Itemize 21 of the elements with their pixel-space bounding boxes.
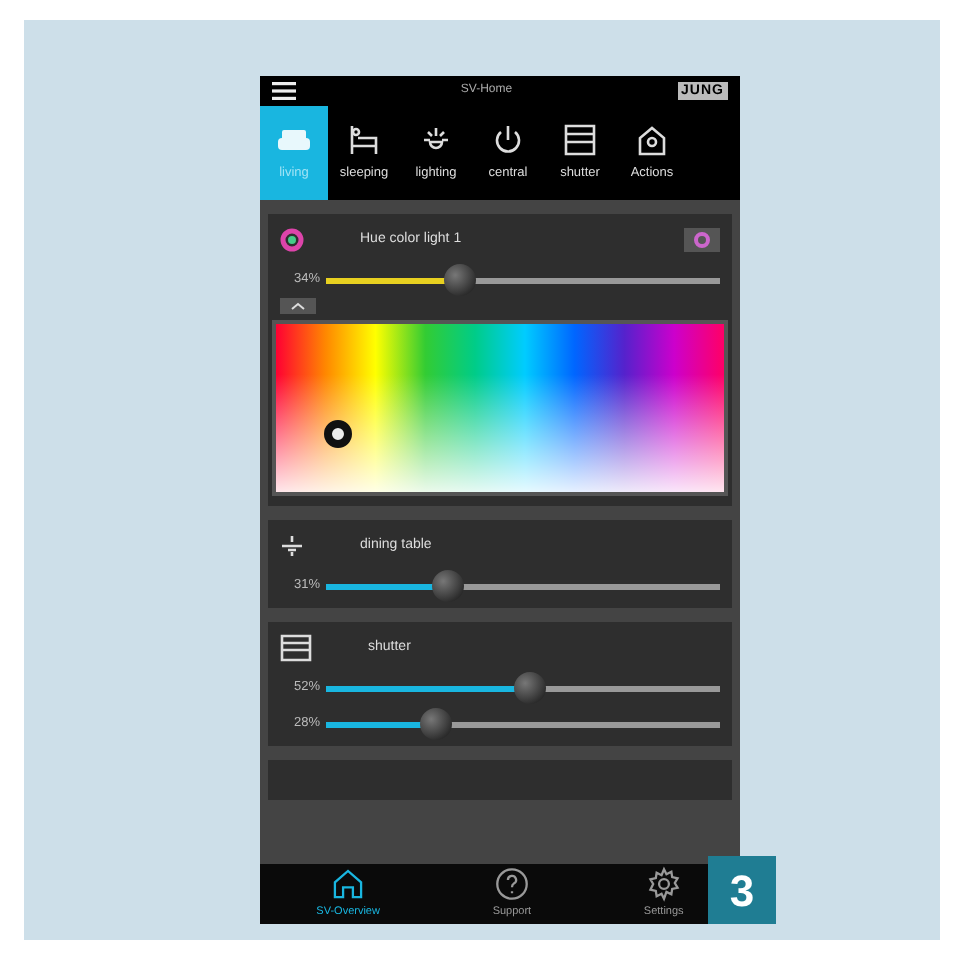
step-number: 3 — [708, 856, 776, 924]
bed-icon — [346, 122, 382, 159]
slider-thumb[interactable] — [432, 570, 465, 602]
color-wheel-icon — [280, 228, 304, 252]
collapse-button[interactable] — [280, 298, 316, 314]
house-icon — [634, 122, 670, 159]
home-icon — [330, 865, 367, 902]
help-icon — [493, 865, 530, 902]
menu-icon[interactable] — [272, 82, 296, 100]
slider-thumb[interactable] — [420, 708, 453, 740]
pendant-lamp-icon — [280, 534, 304, 558]
slider-thumb[interactable] — [443, 264, 476, 296]
slider-thumb[interactable] — [514, 672, 547, 704]
power-icon — [490, 122, 526, 159]
color-picker[interactable] — [272, 320, 728, 496]
gear-icon — [645, 865, 682, 902]
color-scene-button[interactable] — [684, 228, 720, 252]
chevron-up-icon — [290, 302, 306, 310]
shutter-icon — [562, 122, 598, 159]
shutter-icon — [280, 634, 312, 662]
color-ring-icon — [694, 232, 710, 248]
